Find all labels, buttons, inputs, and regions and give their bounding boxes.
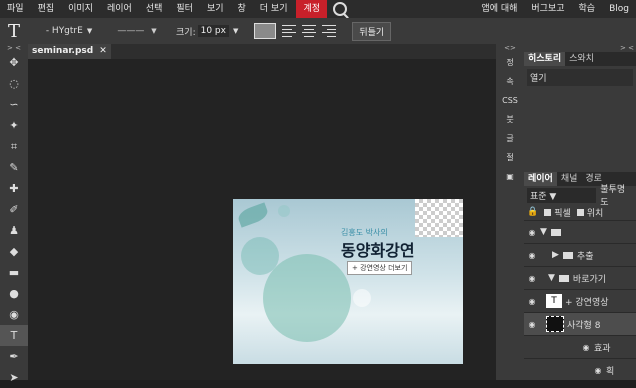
menu-blog[interactable]: Blog xyxy=(602,0,636,18)
line-style-select[interactable]: ——— ▼ xyxy=(108,26,166,36)
dodge-icon[interactable]: ◉ xyxy=(0,304,28,325)
menu-view[interactable]: 보기 xyxy=(200,0,231,18)
chevron-down-icon[interactable]: ▼ xyxy=(233,27,238,35)
menu-learn[interactable]: 학습 xyxy=(572,0,603,18)
menu-window[interactable]: 창 xyxy=(231,0,253,18)
menu-more[interactable]: 더 보기 xyxy=(253,0,295,18)
lock-icon: 🔒 xyxy=(527,207,539,217)
blur-icon[interactable]: ● xyxy=(0,283,28,304)
mini-info[interactable]: 정 xyxy=(496,55,524,71)
layer-row[interactable]: ◉ T + 강연영상 xyxy=(524,289,636,312)
eye-icon[interactable]: ◉ xyxy=(524,274,540,283)
brush-icon[interactable]: ✐ xyxy=(0,199,28,220)
layer-row[interactable]: ◉ 사각형 8 xyxy=(524,312,636,335)
gradient-icon[interactable]: ▬ xyxy=(0,262,28,283)
marquee-tool-icon[interactable]: ◌ xyxy=(0,73,28,94)
menu-select[interactable]: 선택 xyxy=(139,0,170,18)
folder-icon xyxy=(550,228,561,236)
font-select[interactable]: - HYgtrE ▼ xyxy=(30,26,108,36)
menu-edit[interactable]: 편집 xyxy=(31,0,62,18)
mini-css[interactable]: CSS xyxy=(496,93,524,109)
healing-icon[interactable]: ✚ xyxy=(0,178,28,199)
type-tool-icon[interactable]: T xyxy=(0,325,28,346)
close-icon[interactable]: ✕ xyxy=(99,46,107,56)
warp-button[interactable]: 뒤틀기 xyxy=(352,21,392,41)
menu-bar: 파일 편집 이미지 레이어 선택 필터 보기 창 더 보기 계정 앱에 대해 버… xyxy=(0,0,636,18)
align-left-icon[interactable] xyxy=(282,25,297,37)
eye-icon[interactable]: ◉ xyxy=(524,297,540,306)
options-bar: T - HYgtrE ▼ ——— ▼ 크기: 10 px ▼ 뒤틀기 xyxy=(0,18,636,45)
decorative-circle xyxy=(353,289,371,307)
mini-panel: <> 정 속 CSS 붓 글 절 ▣ xyxy=(496,44,524,380)
magic-wand-icon[interactable]: ✦ xyxy=(0,115,28,136)
eye-icon[interactable]: ◉ xyxy=(590,366,606,375)
tab-layers[interactable]: 레이어 xyxy=(524,172,557,186)
lock-position-checkbox[interactable] xyxy=(576,208,584,216)
more-video-button[interactable]: + 강연영상 더보기 xyxy=(347,261,413,275)
pen-tool-icon[interactable]: ✒ xyxy=(0,346,28,367)
move-tool-icon[interactable]: ✥ xyxy=(0,52,28,73)
size-input[interactable]: 10 px xyxy=(197,25,229,37)
toolbar: > < ✥ ◌ ∽ ✦ ⌗ ✎ ✚ ✐ ♟ ◆ ▬ ● ◉ T ✒ ➤ xyxy=(0,44,28,384)
layer-row[interactable]: ◉ ▼ 바로가기 xyxy=(524,266,636,289)
eye-icon[interactable]: ◉ xyxy=(578,343,594,352)
collapse-icon[interactable]: > < xyxy=(524,44,636,52)
menu-account[interactable]: 계정 xyxy=(296,0,328,18)
search-icon[interactable] xyxy=(333,2,348,16)
text-tool-icon: T xyxy=(8,20,21,42)
blend-mode-select[interactable]: 표준 ▼ xyxy=(527,187,597,203)
right-panels: > < 히스토리 스와치 열기 레이어 채널 경로 표준 ▼ 불투명도 🔒 픽셀… xyxy=(524,44,636,380)
eyedropper-icon[interactable]: ✎ xyxy=(0,157,28,178)
document-tab[interactable]: seminar.psd ✕ xyxy=(28,44,111,59)
layer-row[interactable]: ◉ ▼ xyxy=(524,220,636,243)
menu-file[interactable]: 파일 xyxy=(0,0,31,18)
eye-icon[interactable]: ◉ xyxy=(524,228,540,237)
menu-about[interactable]: 앱에 대해 xyxy=(474,0,524,18)
menu-bug-report[interactable]: 버그보고 xyxy=(524,0,571,18)
mini-properties[interactable]: 속 xyxy=(496,74,524,90)
path-select-icon[interactable]: ➤ xyxy=(0,367,28,388)
decorative-circle xyxy=(278,205,290,217)
decorative-circle xyxy=(263,254,351,342)
eye-icon[interactable]: ◉ xyxy=(524,320,540,329)
menu-image[interactable]: 이미지 xyxy=(61,0,100,18)
eye-icon[interactable]: ◉ xyxy=(524,251,540,260)
color-swatch[interactable] xyxy=(254,23,277,39)
canvas-image[interactable]: 김홍도 박사의 동양화강연 + 강연영상 더보기 xyxy=(233,199,463,364)
collapse-icon[interactable]: > < xyxy=(0,44,28,52)
leaf-shape xyxy=(236,202,270,228)
folder-icon xyxy=(562,251,573,259)
stamp-icon[interactable]: ♟ xyxy=(0,220,28,241)
document-area: seminar.psd ✕ 김홍도 박사의 동양화강연 + 강연영상 더보기 xyxy=(28,44,496,380)
eraser-icon[interactable]: ◆ xyxy=(0,241,28,262)
menu-layer[interactable]: 레이어 xyxy=(100,0,139,18)
size-label: 크기: xyxy=(176,27,196,38)
layer-row[interactable]: ◉ ▶ 추출 xyxy=(524,243,636,266)
text-layer-icon: T xyxy=(546,294,562,308)
folder-icon xyxy=(558,274,569,282)
history-list: 열기 xyxy=(524,66,636,172)
tab-channels[interactable]: 채널 xyxy=(557,172,582,186)
tab-swatches[interactable]: 스와치 xyxy=(565,52,598,66)
history-item[interactable]: 열기 xyxy=(527,69,633,86)
mini-paragraph[interactable]: 절 xyxy=(496,150,524,166)
layer-row[interactable]: ◉ 획 xyxy=(524,358,636,381)
mini-character[interactable]: 글 xyxy=(496,131,524,147)
menu-filter[interactable]: 필터 xyxy=(169,0,200,18)
lock-pixels-checkbox[interactable] xyxy=(544,208,552,216)
decorative-circle xyxy=(241,237,279,275)
align-right-icon[interactable] xyxy=(322,25,337,37)
mini-brush[interactable]: 붓 xyxy=(496,112,524,128)
image-icon[interactable]: ▣ xyxy=(496,169,524,185)
crop-tool-icon[interactable]: ⌗ xyxy=(0,136,28,157)
shape-thumbnail xyxy=(546,316,564,332)
collapse-icon[interactable]: <> xyxy=(496,44,524,52)
lasso-tool-icon[interactable]: ∽ xyxy=(0,94,28,115)
opacity-label: 불투명도 xyxy=(600,185,626,208)
tab-history[interactable]: 히스토리 xyxy=(524,52,566,66)
layer-row[interactable]: ◉ 효과 xyxy=(524,335,636,358)
align-center-icon[interactable] xyxy=(302,25,317,37)
lecture-title: 동양화강연 xyxy=(341,241,415,260)
transparency-checker xyxy=(415,199,463,237)
